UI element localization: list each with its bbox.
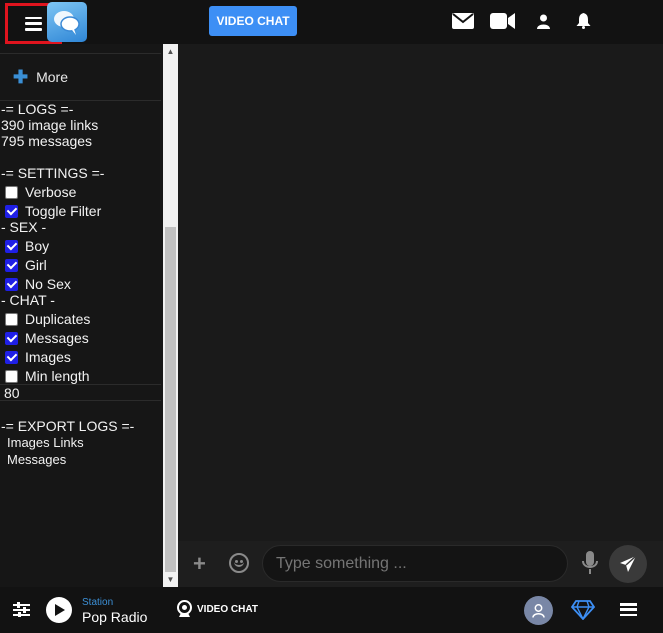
verbose-checkbox-row[interactable]: Verbose xyxy=(5,184,76,200)
diamond-icon[interactable] xyxy=(570,600,596,625)
export-images-links[interactable]: Images Links xyxy=(7,435,84,450)
no-sex-label: No Sex xyxy=(25,276,71,292)
export-messages[interactable]: Messages xyxy=(7,452,66,467)
scroll-down-arrow-icon[interactable]: ▼ xyxy=(163,572,178,587)
emoji-icon[interactable] xyxy=(229,553,249,573)
chat-area xyxy=(178,44,663,541)
app-logo[interactable] xyxy=(47,2,87,42)
messages-checkbox[interactable] xyxy=(5,331,18,345)
duplicates-checkbox-row[interactable]: Duplicates xyxy=(5,311,90,327)
user-icon[interactable] xyxy=(537,10,550,32)
messages-count: 795 messages xyxy=(1,133,93,149)
chat-heading: - CHAT - xyxy=(1,292,55,308)
toggle-filter-checkbox-row[interactable]: Toggle Filter xyxy=(5,203,101,219)
messages-checkbox-row[interactable]: Messages xyxy=(5,330,89,346)
verbose-label: Verbose xyxy=(25,184,77,200)
video-chat-bottom-label: VIDEO CHAT xyxy=(197,603,258,615)
play-button[interactable] xyxy=(46,597,72,623)
video-chat-bottom-button[interactable]: VIDEO CHAT xyxy=(176,600,258,618)
send-button[interactable] xyxy=(609,545,647,583)
toggle-filter-checkbox[interactable] xyxy=(5,204,18,218)
microphone-icon[interactable] xyxy=(582,551,598,580)
duplicates-label: Duplicates xyxy=(25,311,91,327)
more-label: More xyxy=(36,69,68,85)
no-sex-checkbox-row[interactable]: No Sex xyxy=(5,276,71,292)
images-checkbox-row[interactable]: Images xyxy=(5,349,71,365)
boy-checkbox[interactable] xyxy=(5,239,18,253)
play-icon xyxy=(55,604,65,616)
logs-heading: -= LOGS =- xyxy=(1,101,74,117)
toggle-filter-label: Toggle Filter xyxy=(25,203,102,219)
scroll-up-arrow-icon[interactable]: ▲ xyxy=(163,44,178,59)
station-name: Pop Radio xyxy=(82,609,148,625)
video-camera-icon[interactable] xyxy=(490,10,515,32)
export-logs-heading: -= EXPORT LOGS =- xyxy=(1,418,135,434)
settings-heading: -= SETTINGS =- xyxy=(1,165,105,181)
webcam-icon xyxy=(177,600,192,617)
equalizer-sliders-icon[interactable] xyxy=(13,602,30,622)
boy-checkbox-row[interactable]: Boy xyxy=(5,238,49,254)
left-panel: ✚ More -= LOGS =- 390 image links 795 me… xyxy=(0,44,163,587)
verbose-checkbox[interactable] xyxy=(5,185,18,199)
station-label: Station xyxy=(82,597,114,608)
duplicates-checkbox[interactable] xyxy=(5,312,18,326)
more-button[interactable]: ✚ More xyxy=(0,53,161,101)
sex-heading: - SEX - xyxy=(1,219,47,235)
min-length-input[interactable]: 80 xyxy=(0,384,161,401)
min-length-checkbox[interactable] xyxy=(5,369,18,383)
top-bar: VIDEO CHAT xyxy=(0,0,663,44)
no-sex-checkbox[interactable] xyxy=(5,277,18,291)
user-avatar-icon xyxy=(532,603,545,618)
plus-icon: ✚ xyxy=(13,66,29,87)
girl-checkbox[interactable] xyxy=(5,258,18,272)
send-icon xyxy=(620,555,637,572)
envelope-icon[interactable] xyxy=(452,10,474,32)
bottom-bar: Station Pop Radio VIDEO CHAT xyxy=(0,587,663,633)
girl-label: Girl xyxy=(25,257,47,273)
hamburger-icon xyxy=(25,16,42,31)
add-attachment-icon[interactable]: + xyxy=(193,551,206,577)
chat-bubbles-icon xyxy=(54,11,80,35)
min-length-label: Min length xyxy=(25,368,90,384)
girl-checkbox-row[interactable]: Girl xyxy=(5,257,47,273)
message-composer: + xyxy=(178,541,663,587)
bottom-menu-icon[interactable] xyxy=(620,603,637,616)
avatar[interactable] xyxy=(524,596,553,625)
messages-label: Messages xyxy=(25,330,89,346)
bell-icon[interactable] xyxy=(576,10,591,32)
image-links-count: 390 image links xyxy=(1,117,99,133)
left-panel-scrollbar[interactable]: ▲ ▼ xyxy=(163,44,178,587)
min-length-checkbox-row[interactable]: Min length xyxy=(5,368,90,384)
images-label: Images xyxy=(25,349,71,365)
message-input[interactable] xyxy=(262,545,568,582)
video-chat-button[interactable]: VIDEO CHAT xyxy=(209,6,297,36)
images-checkbox[interactable] xyxy=(5,350,18,364)
boy-label: Boy xyxy=(25,238,50,254)
scroll-thumb[interactable] xyxy=(165,227,176,572)
